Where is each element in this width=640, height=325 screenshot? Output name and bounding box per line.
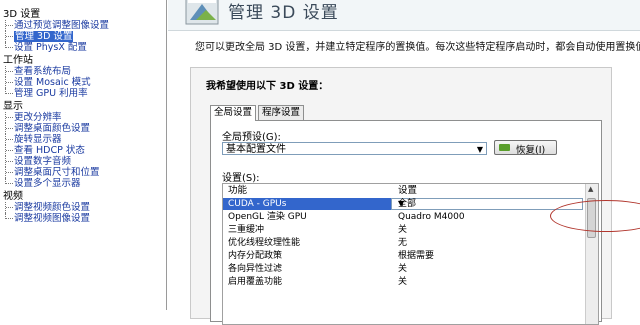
sidebar-item-digital-audio[interactable]: 设置数字音频: [0, 156, 166, 167]
sidebar-item-desktop-color[interactable]: 调整桌面颜色设置: [0, 123, 166, 134]
table-row-cuda-gpus[interactable]: CUDA - GPUs 全部 ▼: [223, 198, 583, 210]
chevron-down-icon: ▼: [398, 199, 405, 208]
row-setting: 无: [398, 238, 408, 248]
sidebar-item-mosaic[interactable]: 设置 Mosaic 模式: [0, 77, 166, 88]
nvidia-3d-settings-icon: [185, 0, 219, 25]
restore-button-label: 恢复(I): [516, 145, 546, 156]
global-preset-label: 全局预设(G):: [222, 132, 281, 143]
sidebar-category-display[interactable]: 显示: [0, 101, 166, 112]
chevron-down-icon: ▼: [476, 145, 483, 154]
sidebar-item-preview-image[interactable]: 通过预览调整图像设置: [0, 20, 166, 31]
row-feature: 内存分配政策: [228, 251, 283, 261]
table-row[interactable]: 内存分配政策 根据需要: [223, 250, 583, 262]
tab-global-settings[interactable]: 全局设置: [210, 105, 257, 121]
main-content: 管理 3D 设置 您可以更改全局 3D 设置，并建立特定程序的置换值。每次这些特…: [168, 0, 640, 325]
row-setting: 根据需要: [398, 251, 435, 261]
nvidia-logo-icon: [499, 144, 510, 151]
table-row[interactable]: 启用覆盖功能 关: [223, 276, 583, 288]
row-feature: 优化线程纹理性能: [228, 238, 301, 248]
panel-heading: 我希望使用以下 3D 设置：: [206, 81, 329, 92]
sidebar-item-label: 旋转显示器: [14, 134, 62, 145]
sidebar-item-label: 通过预览调整图像设置: [14, 20, 110, 31]
sidebar-item-desktop-size[interactable]: 调整桌面尺寸和位置: [0, 167, 166, 178]
sidebar-item-gpu-utilization[interactable]: 管理 GPU 利用率: [0, 88, 166, 99]
sidebar-item-label: 查看 HDCP 状态: [14, 145, 85, 156]
global-preset-value: 基本配置文件: [226, 144, 286, 155]
row-setting: 关: [398, 277, 408, 287]
sidebar-item-label: 管理 3D 设置: [14, 31, 74, 42]
sidebar-item-label: 调整桌面颜色设置: [14, 123, 91, 134]
setting-select[interactable]: 全部 ▼: [391, 198, 583, 210]
sidebar-item-label: 设置多个显示器: [14, 178, 81, 189]
tab-program-settings[interactable]: 程序设置: [258, 105, 305, 120]
page-title: 管理 3D 设置: [228, 3, 339, 23]
sidebar-item-label: 设置 PhysX 配置: [14, 42, 87, 53]
row-feature: OpenGL 渲染 GPU: [228, 212, 307, 222]
column-header-feature: 功能: [228, 185, 248, 196]
restore-button[interactable]: 恢复(I): [494, 140, 557, 156]
sidebar-item-label: 调整视频图像设置: [14, 213, 91, 224]
sidebar-category-3d[interactable]: 3D 设置: [0, 9, 166, 20]
sidebar-item-system-topology[interactable]: 查看系统布局: [0, 66, 166, 77]
sidebar-item-video-image[interactable]: 调整视频图像设置: [0, 213, 166, 224]
table-row[interactable]: 各向异性过滤 关: [223, 263, 583, 275]
row-feature: 启用覆盖功能: [228, 277, 283, 287]
scroll-thumb[interactable]: [587, 198, 596, 238]
settings-panel: 我希望使用以下 3D 设置： 全局设置 程序设置 全局预设(G): 基本配置文件…: [190, 67, 612, 325]
table-row[interactable]: OpenGL 渲染 GPU Quadro M4000: [223, 211, 583, 223]
sidebar-tree: 3D 设置 通过预览调整图像设置 管理 3D 设置 设置 PhysX 配置 工作…: [0, 0, 167, 310]
sidebar-item-manage-3d[interactable]: 管理 3D 设置: [0, 31, 166, 42]
sidebar-item-label: 更改分辨率: [14, 112, 62, 123]
sidebar-item-rotate-display[interactable]: 旋转显示器: [0, 134, 166, 145]
row-setting: 关: [398, 264, 408, 274]
row-setting: 关: [398, 225, 408, 235]
settings-grid: 功能 设置 CUDA - GPUs 全部 ▼ OpenGL 渲染 GPU Qua…: [222, 183, 599, 325]
sidebar-item-resolution[interactable]: 更改分辨率: [0, 112, 166, 123]
table-row[interactable]: 三重缓冲 关: [223, 224, 583, 236]
grid-scrollbar[interactable]: ▲: [585, 184, 598, 324]
sidebar-item-label: 管理 GPU 利用率: [14, 88, 88, 99]
row-setting: Quadro M4000: [398, 212, 465, 222]
row-feature: 三重缓冲: [228, 225, 265, 235]
sidebar-item-label: 调整桌面尺寸和位置: [14, 167, 100, 178]
table-row[interactable]: 优化线程纹理性能 无: [223, 237, 583, 249]
global-preset-select[interactable]: 基本配置文件 ▼: [222, 142, 487, 155]
sidebar-item-multiple-displays[interactable]: 设置多个显示器: [0, 178, 166, 189]
page-description: 您可以更改全局 3D 设置，并建立特定程序的置换值。每次这些特定程序启动时，都会…: [195, 42, 640, 53]
sidebar-category-workstation[interactable]: 工作站: [0, 55, 166, 66]
row-feature: CUDA - GPUs: [228, 199, 287, 209]
sidebar-item-label: 设置 Mosaic 模式: [14, 77, 91, 88]
sidebar-item-label: 设置数字音频: [14, 156, 72, 167]
settings-label: 设置(S):: [222, 173, 260, 184]
page-header: 管理 3D 设置: [168, 0, 640, 31]
column-header-setting: 设置: [398, 185, 418, 196]
sidebar-item-label: 查看系统布局: [14, 66, 72, 77]
sidebar-item-physx[interactable]: 设置 PhysX 配置: [0, 42, 166, 53]
sidebar-category-video[interactable]: 视频: [0, 191, 166, 202]
sidebar-item-video-color[interactable]: 调整视频颜色设置: [0, 202, 166, 213]
sidebar-item-label: 调整视频颜色设置: [14, 202, 91, 213]
scroll-up-icon[interactable]: ▲: [588, 185, 593, 193]
sidebar-item-hdcp-status[interactable]: 查看 HDCP 状态: [0, 145, 166, 156]
row-feature: 各向异性过滤: [228, 264, 283, 274]
tab-content: 全局预设(G): 基本配置文件 ▼ 恢复(I) 设置(S): 功能 设置 CUD…: [210, 120, 602, 325]
